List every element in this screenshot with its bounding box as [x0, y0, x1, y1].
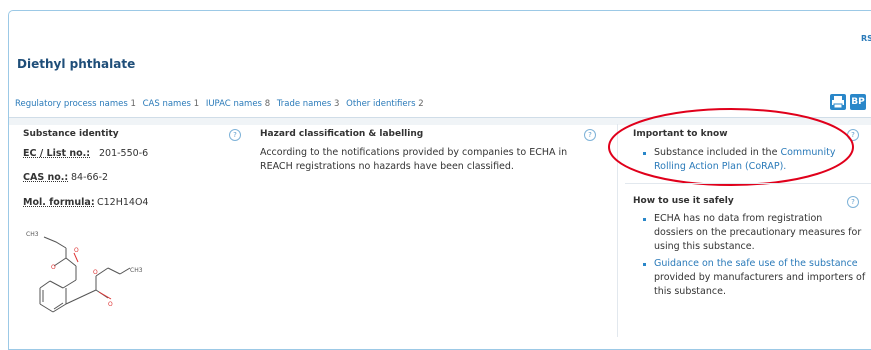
bullet-icon: [643, 263, 646, 266]
use-safely-title: How to use it safely: [633, 196, 734, 206]
use-safely-item-1: ECHA has no data from registration dossi…: [654, 213, 862, 252]
help-icon[interactable]: ?: [847, 196, 859, 208]
section-divider: [625, 183, 871, 184]
use-safely-item-2: Guidance on the safe use of the substanc…: [654, 257, 866, 299]
use-safely-item-2-text: provided by manufacturers and importers …: [654, 272, 866, 297]
guidance-link[interactable]: Guidance on the safe use of the substanc…: [654, 258, 858, 269]
bullet-icon: [643, 218, 646, 221]
